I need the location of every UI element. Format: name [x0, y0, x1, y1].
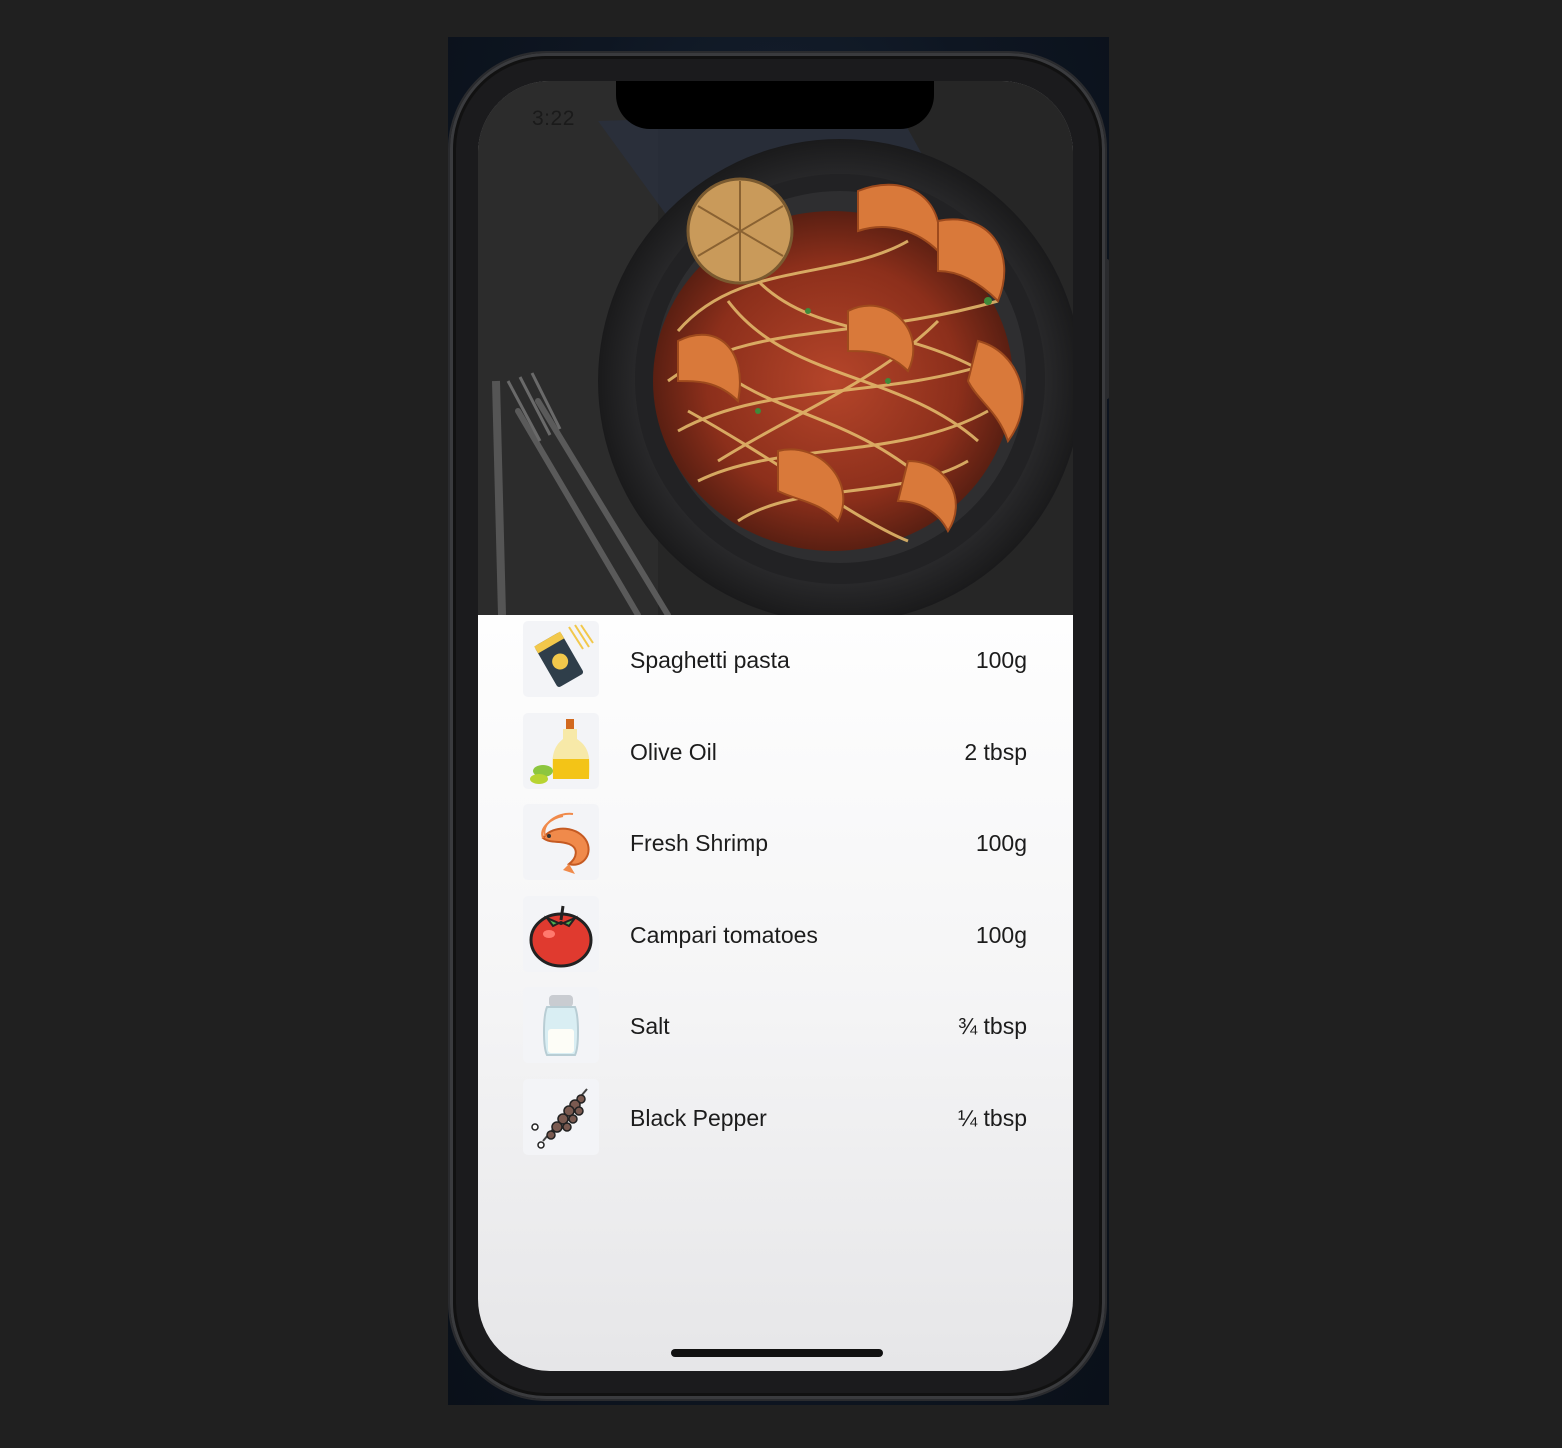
phone-screen: 3:22 Spaghetti pasta 100g Olive Oil 2 tb… — [478, 81, 1073, 1371]
shrimp-spaghetti-plate-photo — [478, 81, 1073, 615]
tomato-icon — [529, 905, 593, 967]
ingredient-quantity: 100g — [975, 830, 1027, 856]
ingredient-list: Spaghetti pasta 100g Olive Oil 2 tbsp Fr… — [478, 615, 1073, 1164]
ingredient-quantity: ¾ tbsp — [957, 1013, 1027, 1039]
list-item[interactable]: Salt ¾ tbsp — [478, 981, 1073, 1073]
ingredient-name: Fresh Shrimp — [630, 830, 769, 856]
list-item[interactable]: Fresh Shrimp 100g — [478, 798, 1073, 890]
list-item[interactable]: Olive Oil 2 tbsp — [478, 707, 1073, 799]
ingredient-thumb — [523, 804, 599, 880]
ingredient-thumb — [523, 1078, 599, 1155]
ingredient-name: Spaghetti pasta — [630, 647, 790, 673]
salt-shaker-icon — [543, 995, 579, 1056]
phone-frame: 3:22 Spaghetti pasta 100g Olive Oil 2 tb… — [450, 53, 1105, 1399]
pasta-package-icon — [534, 624, 594, 687]
shrimp-icon — [541, 812, 590, 874]
list-item[interactable]: Campari tomatoes 100g — [478, 890, 1073, 982]
ingredient-name: Salt — [630, 1013, 670, 1039]
ingredient-thumb — [523, 987, 599, 1063]
notch — [616, 81, 934, 129]
olive-oil-bottle-icon — [530, 718, 590, 784]
home-indicator[interactable] — [671, 1349, 883, 1357]
ingredient-quantity: 2 tbsp — [964, 738, 1027, 765]
side-button — [1105, 259, 1109, 399]
ingredient-quantity: 100g — [975, 921, 1027, 948]
ingredient-name: Olive Oil — [630, 738, 717, 765]
ingredient-name: Black Pepper — [630, 1104, 767, 1131]
hero-image — [478, 81, 1073, 615]
ingredient-thumb — [523, 895, 599, 972]
list-item[interactable]: Spaghetti pasta 100g — [478, 615, 1073, 707]
ingredient-thumb — [523, 712, 599, 789]
status-time: 3:22 — [532, 107, 575, 130]
black-pepper-icon — [531, 1087, 588, 1149]
ingredient-thumb — [523, 621, 599, 697]
ingredient-quantity: ¼ tbsp — [957, 1104, 1027, 1131]
ingredient-name: Campari tomatoes — [630, 921, 818, 948]
simulator-backdrop: 3:22 Spaghetti pasta 100g Olive Oil 2 tb… — [448, 37, 1109, 1405]
ingredient-quantity: 100g — [975, 647, 1027, 673]
list-item[interactable]: Black Pepper ¼ tbsp — [478, 1073, 1073, 1165]
